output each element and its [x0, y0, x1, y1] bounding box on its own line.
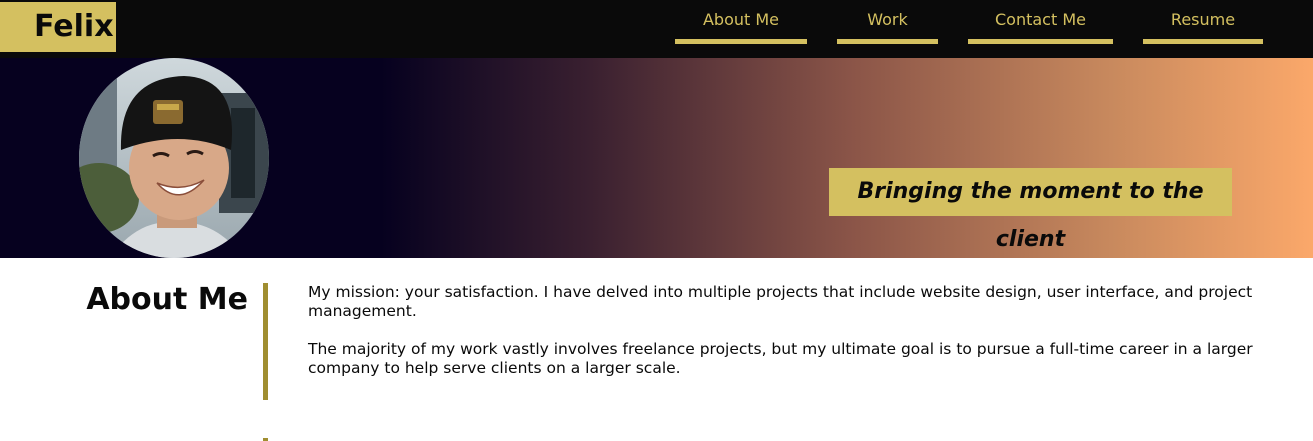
hero-banner: Bringing the moment to the client: [0, 58, 1313, 258]
nav-work[interactable]: Work: [837, 0, 938, 44]
top-nav-bar: Felix About Me Work Contact Me Resume: [0, 0, 1313, 58]
site-logo[interactable]: Felix: [0, 2, 116, 52]
profile-photo: [79, 58, 269, 258]
nav-contact-me[interactable]: Contact Me: [968, 0, 1113, 44]
hero-tagline: Bringing the moment to the client: [829, 168, 1232, 252]
about-heading: About Me: [86, 282, 248, 317]
section-divider: [263, 283, 268, 400]
nav-resume[interactable]: Resume: [1143, 0, 1263, 44]
about-paragraph: The majority of my work vastly involves …: [308, 340, 1253, 377]
about-content: My mission: your satisfaction. I have de…: [308, 283, 1298, 397]
about-paragraph: My mission: your satisfaction. I have de…: [308, 283, 1253, 320]
nav-about-me[interactable]: About Me: [675, 0, 807, 44]
